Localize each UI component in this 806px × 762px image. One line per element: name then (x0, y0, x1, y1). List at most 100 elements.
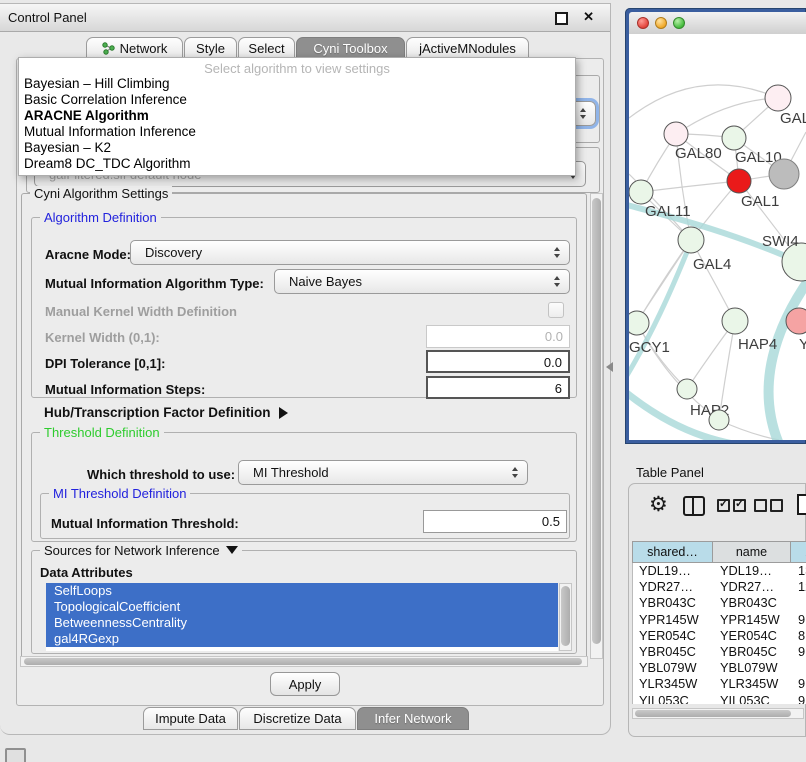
column-header-name[interactable]: name (713, 541, 791, 563)
column-header-third[interactable]: A (791, 541, 806, 563)
table-cell: 9. (798, 612, 806, 628)
network-node[interactable] (727, 169, 751, 193)
manual-kernel-checkbox[interactable] (548, 302, 564, 318)
network-edge[interactable] (691, 240, 735, 321)
table-cell: YER054C (720, 628, 777, 644)
network-node[interactable] (765, 85, 791, 111)
network-edge[interactable] (641, 181, 739, 192)
table-cell: YLR345W (720, 676, 778, 692)
scrollbar-thumb[interactable] (592, 198, 601, 644)
tab-discretize-data[interactable]: Discretize Data (239, 707, 356, 730)
hub-tf-label: Hub/Transcription Factor Definition (44, 405, 271, 420)
table-row[interactable]: YBR043CYBR043C (633, 595, 806, 611)
network-window-titlebar[interactable] (629, 12, 806, 35)
aracne-mode-value: Discovery (145, 245, 202, 260)
algorithm-option[interactable]: Bayesian – Hill Climbing (19, 76, 575, 92)
data-attributes-list[interactable]: SelfLoopsTopologicalCoefficientBetweenne… (46, 583, 558, 651)
table-cell: YBR045C (720, 644, 777, 660)
attribute-list-item[interactable]: SelfLoops (46, 583, 558, 599)
attribute-list-item[interactable]: BetweennessCentrality (46, 615, 558, 631)
network-node[interactable] (722, 126, 746, 150)
table-rows: YDL19…YDL19…13YDR27…YDR27…12YBR043CYBR04… (632, 563, 806, 704)
new-table-icon[interactable] (797, 494, 806, 515)
table-row[interactable]: YLR345WYLR345W9. (633, 676, 806, 692)
gear-icon[interactable]: ⚙ (649, 492, 668, 517)
cyni-algorithm-settings-group: Cyni Algorithm Settings Algorithm Defini… (21, 193, 587, 659)
network-node-label: GAL (780, 110, 806, 127)
close-icon[interactable]: ✕ (583, 9, 594, 25)
network-node[interactable] (709, 410, 729, 430)
close-traffic-light-icon[interactable] (637, 17, 649, 29)
network-node[interactable] (629, 180, 653, 204)
tab-label: Discretize Data (253, 711, 341, 726)
network-canvas[interactable]: GALGAL80GAL10GAL1GAL11SWI4GAL4GCY1HAP4YH… (629, 34, 806, 440)
network-node-label: GAL11 (645, 203, 691, 220)
table-cell: YBR043C (639, 595, 696, 611)
network-edge[interactable] (629, 85, 778, 118)
algorithm-option[interactable]: Basic Correlation Inference (19, 92, 575, 108)
settings-vertical-scrollbar[interactable] (590, 193, 603, 659)
table-row[interactable]: YDL19…YDL19…13 (633, 563, 806, 579)
column-header-shared-name[interactable]: shared… (632, 541, 713, 563)
kernel-width-field[interactable]: 0.0 (426, 325, 570, 348)
attributes-scrollbar[interactable] (559, 583, 572, 651)
mi-steps-field[interactable]: 6 (426, 376, 570, 399)
table-cell: 9. (798, 644, 806, 660)
select-all-columns-icon[interactable] (717, 499, 749, 517)
zoom-traffic-light-icon[interactable] (673, 17, 685, 29)
table-horizontal-scrollbar[interactable] (632, 708, 804, 719)
aracne-mode-combobox[interactable]: Discovery (130, 240, 570, 265)
dpi-tolerance-field[interactable]: 0.0 (426, 350, 570, 373)
table-row[interactable]: YBL079WYBL079W (633, 660, 806, 676)
network-node[interactable] (678, 227, 704, 253)
algorithm-option[interactable]: Mutual Information Inference (19, 124, 575, 140)
algorithm-option[interactable]: ARACNE Algorithm (19, 108, 575, 124)
algorithm-option[interactable]: Bayesian – K2 (19, 140, 575, 156)
network-node[interactable] (677, 379, 697, 399)
attribute-list-item[interactable]: TopologicalCoefficient (46, 599, 558, 615)
table-cell: YPR145W (639, 612, 699, 628)
table-row[interactable]: YIL053CYIL053C9. (633, 693, 806, 705)
table-row[interactable]: YPR145WYPR145W9. (633, 612, 806, 628)
which-threshold-combobox[interactable]: MI Threshold (238, 460, 528, 485)
tab-infer-network[interactable]: Infer Network (357, 707, 469, 730)
scrollbar-thumb[interactable] (561, 586, 570, 646)
network-svg: GALGAL80GAL10GAL1GAL11SWI4GAL4GCY1HAP4YH… (629, 34, 806, 440)
mi-threshold-field[interactable]: 0.5 (423, 510, 567, 533)
split-columns-icon[interactable] (683, 496, 705, 516)
combo-arrows-icon (512, 467, 519, 479)
network-edge-highlighted[interactable] (769, 274, 806, 440)
minimized-window-icon[interactable] (5, 748, 26, 762)
table-row[interactable]: YER054CYER054C8. (633, 628, 806, 644)
algorithm-list: Bayesian – Hill ClimbingBasic Correlatio… (19, 76, 575, 172)
scrollbar-thumb[interactable] (635, 710, 791, 717)
algorithm-option[interactable]: Dream8 DC_TDC Algorithm (19, 156, 575, 172)
table-row[interactable]: YBR045CYBR045C9. (633, 644, 806, 660)
hub-tf-section-toggle[interactable]: Hub/Transcription Factor Definition (44, 405, 288, 420)
table-panel: ⚙ shared… name A YDL19…YDL19…13YDR27…YDR… (628, 483, 806, 737)
scrollbar-thumb[interactable] (24, 658, 582, 665)
table-cell: YDR27… (720, 579, 774, 595)
manual-kernel-label: Manual Kernel Width Definition (45, 304, 237, 319)
float-window-icon[interactable] (555, 12, 568, 25)
sources-section-toggle[interactable]: Sources for Network Inference (40, 543, 242, 558)
deselect-all-columns-icon[interactable] (754, 499, 786, 517)
attribute-list-item[interactable]: gal4RGexp (46, 631, 558, 647)
group-title: Threshold Definition (40, 425, 164, 440)
mi-type-combobox[interactable]: Naive Bayes (274, 269, 570, 294)
apply-button[interactable]: Apply (270, 672, 340, 696)
splitpane-collapse-icon[interactable] (606, 362, 613, 372)
settings-horizontal-scrollbar[interactable] (20, 656, 588, 667)
network-node-label: GAL80 (675, 145, 722, 162)
network-node[interactable] (722, 308, 748, 334)
network-node-label: SWI4 (762, 233, 799, 250)
mi-threshold-group: MI Threshold Definition Mutual Informati… (40, 493, 570, 539)
tab-impute-data[interactable]: Impute Data (143, 707, 238, 730)
table-row[interactable]: YDR27…YDR27…12 (633, 579, 806, 595)
network-view-window: GALGAL80GAL10GAL1GAL11SWI4GAL4GCY1HAP4YH… (625, 8, 806, 444)
minimize-traffic-light-icon[interactable] (655, 17, 667, 29)
tab-label: Infer Network (374, 711, 451, 726)
network-node[interactable] (664, 122, 688, 146)
network-node[interactable] (769, 159, 799, 189)
network-node[interactable] (629, 311, 649, 335)
